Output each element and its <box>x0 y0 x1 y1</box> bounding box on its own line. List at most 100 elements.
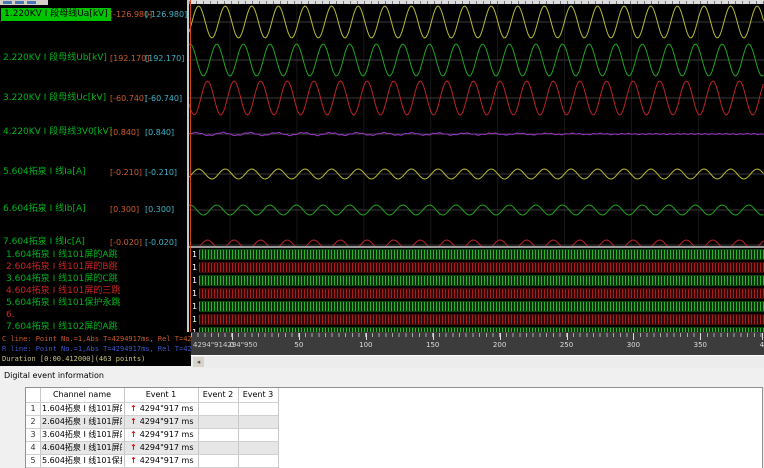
waveform-viewer-window: 1.220KV I 段母线Ua[kV] [-126.980] [-126.980] 2… <box>0 0 764 468</box>
ruler-tick-label: 100 <box>359 341 373 349</box>
r-cursor-value: [-0.020] <box>145 238 178 247</box>
digital-trace-row[interactable]: 1 <box>189 313 764 326</box>
digital-trace-row[interactable]: 1 <box>189 248 764 261</box>
digital-trace-bar <box>199 314 764 325</box>
table-row[interactable]: 1 1.604拓泉 I 线101屏的A跳 ↑4294"917 ms <box>26 402 762 415</box>
table-row[interactable]: 4 4.604拓泉 I 线101屏的三跳 ↑4294"917 ms <box>26 441 762 454</box>
panel-divider <box>187 0 189 332</box>
table-header-cell: Event 2 <box>202 390 234 399</box>
r-cursor-value: [0.840] <box>145 128 175 137</box>
rising-edge-arrow-icon: ↑ <box>130 456 137 465</box>
digital-trace-area[interactable]: 1111111 <box>189 248 764 332</box>
table-row[interactable]: 5 5.604拓泉 I 线101保护永跳 ↑4294"917 ms <box>26 454 762 467</box>
toolbar-remnant <box>0 0 48 5</box>
table-grid-vline <box>278 388 279 468</box>
cursor-status-box: C line: Point No.=1,Abs T=4294917ms, Rel… <box>0 332 191 366</box>
event-channel-name: 4.604拓泉 I 线101屏的三跳 <box>42 443 122 452</box>
digital-channel-label[interactable]: 4.604拓泉 I 线101屏的三跳 <box>6 285 186 297</box>
digital-channel-label[interactable]: 1.604拓泉 I 线101屏的A跳 <box>6 249 186 261</box>
ruler-tick-label: 0 <box>229 341 235 349</box>
digital-trace-bar <box>199 275 764 286</box>
table-grid-hline <box>26 454 278 455</box>
toolbar-button-icon[interactable] <box>27 1 36 4</box>
ruler-tick-label: 50 <box>294 341 304 349</box>
ruler-major-tick <box>762 333 763 340</box>
top-mini-ruler-ticks <box>189 1 764 4</box>
table-header-cell: Event 1 <box>145 390 177 399</box>
ruler-major-tick <box>232 333 233 340</box>
analog-channel-row[interactable]: 7.604拓泉 I 线Ic[A] [-0.020] [-0.020] <box>0 236 187 249</box>
c-cursor-value: [-0.210] <box>110 168 143 177</box>
scroll-left-arrow-icon[interactable]: ◂ <box>193 357 204 367</box>
digital-trace-value: 1 <box>192 276 198 285</box>
digital-trace-row[interactable]: 1 <box>189 287 764 300</box>
analog-channel-label: 5.604拓泉 I 线Ia[A] <box>3 167 86 177</box>
analog-channel-row[interactable]: 3.220KV I 段母线Uc[kV] [-60.740] [-60.740] <box>0 92 187 105</box>
ruler-tick-label: 150 <box>426 341 440 349</box>
digital-event-table: Channel name Event 1 Event 2 Event 3 1 1.604拓… <box>25 387 763 468</box>
table-row[interactable]: 2 2.604拓泉 I 线101屏的B跳 ↑4294"917 ms <box>26 415 762 428</box>
analog-channel-row[interactable]: 5.604拓泉 I 线Ia[A] [-0.210] [-0.210] <box>0 166 187 179</box>
digital-trace-bar <box>199 301 764 312</box>
r-cursor-value: [-0.210] <box>145 168 178 177</box>
r-cursor-status: R line: Point No.=1,Abs T=4294917ms, Rel… <box>2 345 191 353</box>
digital-channel-label[interactable]: 5.604拓泉 I 线101保护永跳 <box>6 297 186 309</box>
analog-channel-row[interactable]: 2.220KV I 段母线Ub[kV] [192.170] [192.170] <box>0 52 187 65</box>
ruler-major-tick <box>365 333 367 340</box>
analog-channel-row[interactable]: 6.604拓泉 I 线Ib[A] [0.300] [0.300] <box>0 203 187 216</box>
row-number: 4 <box>30 443 36 452</box>
table-grid-hline <box>26 441 278 442</box>
r-cursor-value: [-60.740] <box>145 94 183 103</box>
c-cursor-value: [192.170] <box>110 54 150 63</box>
digital-trace-row[interactable]: 1 <box>189 274 764 287</box>
waveform-svg <box>189 0 764 247</box>
table-grid-hline <box>26 428 278 429</box>
table-header-cell: Event 3 <box>242 390 274 399</box>
analog-channel-label: 4.220KV I 段母线3V0[kV] <box>3 127 113 137</box>
table-header-cell: Channel name <box>52 390 112 399</box>
rising-edge-arrow-icon: ↑ <box>130 430 137 439</box>
analog-channel-row[interactable]: 4.220KV I 段母线3V0[kV] [0.840] [0.840] <box>0 126 187 139</box>
analog-channel-row[interactable]: 1.220KV I 段母线Ua[kV] [-126.980] [-126.980] <box>0 8 187 21</box>
analog-waveform-area[interactable] <box>189 0 764 247</box>
row-number: 2 <box>30 417 36 426</box>
time-cursor-line[interactable] <box>190 0 191 332</box>
digital-channel-label[interactable]: 3.604拓泉 I 线101屏的C跳 <box>6 273 186 285</box>
digital-channel-label[interactable]: 7.604拓泉 I 线102屏的A跳 <box>6 321 186 332</box>
toolbar-button-icon[interactable] <box>3 1 12 4</box>
ruler-major-tick <box>298 333 300 340</box>
r-cursor-value: [192.170] <box>145 54 185 63</box>
digital-event-section-title: Digital event information <box>4 371 104 380</box>
row-number: 1 <box>30 404 36 413</box>
event1-cell: ↑ 4294"917 ms <box>130 417 194 426</box>
c-cursor-value: [-60.740] <box>110 94 148 103</box>
table-row[interactable]: 3 3.604拓泉 I 线101屏的C跳 ↑4294"917 ms <box>26 428 762 441</box>
toolbar-button-icon[interactable] <box>15 1 24 4</box>
rising-edge-arrow-icon: ↑ <box>130 443 137 452</box>
event-channel-name: 2.604拓泉 I 线101屏的B跳 <box>42 417 122 426</box>
digital-trace-value: 1 <box>192 263 198 272</box>
ruler-major-tick <box>700 333 702 340</box>
event-channel-name: 3.604拓泉 I 线101屏的C跳 <box>42 430 122 439</box>
digital-trace-row[interactable]: 1 <box>189 300 764 313</box>
ruler-major-tick <box>633 333 635 340</box>
ruler-tick-label: 200 <box>492 341 507 349</box>
digital-trace-row[interactable]: 1 <box>189 261 764 274</box>
rising-edge-arrow-icon: ↑ <box>130 417 137 426</box>
digital-trace-bar <box>199 262 764 273</box>
horizontal-scrollbar[interactable]: ◂ <box>191 355 764 368</box>
analog-channel-label: 7.604拓泉 I 线Ic[A] <box>3 237 85 247</box>
ruler-major-tick <box>566 333 568 340</box>
rising-edge-arrow-icon: ↑ <box>130 404 137 413</box>
event1-cell: ↑ 4294"917 ms <box>130 404 194 413</box>
digital-trace-bar <box>199 249 764 260</box>
digital-channel-label[interactable]: 6. <box>6 309 186 321</box>
digital-trace-bar <box>199 288 764 299</box>
ruler-tick-label: 300 <box>626 341 641 349</box>
ruler-major-tick <box>432 333 434 340</box>
ruler-minor-ticks <box>191 333 764 337</box>
analog-channel-label: 1.220KV I 段母线Ua[kV] <box>1 8 111 21</box>
digital-trace-value: 1 <box>192 302 198 311</box>
analog-channel-label: 3.220KV I 段母线Uc[kV] <box>3 93 107 103</box>
digital-channel-label[interactable]: 2.604拓泉 I 线101屏的B跳 <box>6 261 186 273</box>
